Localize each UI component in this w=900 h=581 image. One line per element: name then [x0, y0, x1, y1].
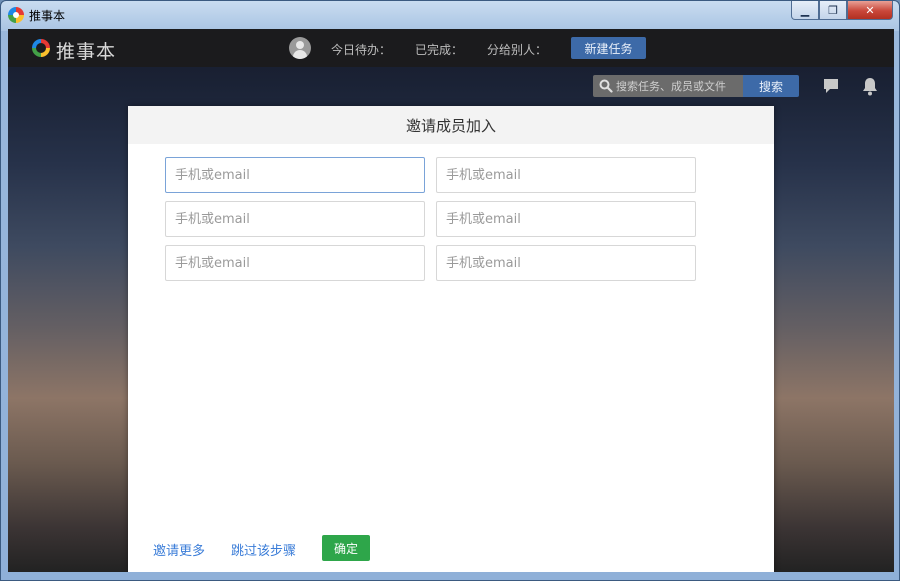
dialog-title: 邀请成员加入: [128, 106, 774, 144]
invite-field-4[interactable]: [436, 201, 696, 237]
completed-stat[interactable]: 已完成：: [415, 41, 463, 58]
invite-field-1[interactable]: [165, 157, 425, 193]
brand-name: 推事本: [56, 41, 117, 63]
search-button[interactable]: 搜索: [743, 75, 799, 97]
invite-more-link[interactable]: 邀请更多: [153, 540, 205, 559]
top-navigation-bar: 推事本 今日待办： 已完成： 分给别人： 新建任务: [8, 29, 894, 67]
brand-logo-icon: [32, 39, 50, 57]
window-controls: ▁ ❐ ✕: [791, 1, 893, 20]
restore-button[interactable]: ❐: [819, 1, 847, 20]
invite-field-3[interactable]: [165, 201, 425, 237]
close-button[interactable]: ✕: [847, 1, 893, 20]
invite-members-dialog: 邀请成员加入 邀请更多 跳过该步骤 确定: [128, 106, 774, 572]
invite-field-2[interactable]: [436, 157, 696, 193]
assigned-others-stat[interactable]: 分给别人：: [487, 41, 547, 58]
search-input[interactable]: [616, 75, 741, 97]
app-window: 推事本 ▁ ❐ ✕ 推事本 今日待办： 已完成： 分给别人： 新建任务 搜索任务…: [0, 0, 900, 581]
app-content: 推事本 今日待办： 已完成： 分给别人： 新建任务 搜索 邀请成员加入: [8, 29, 894, 572]
search-icon: [599, 79, 613, 93]
invite-field-5[interactable]: [165, 245, 425, 281]
minimize-button[interactable]: ▁: [791, 1, 819, 20]
skip-step-link[interactable]: 跳过该步骤: [231, 540, 296, 559]
avatar[interactable]: [289, 37, 311, 59]
invite-field-6[interactable]: [436, 245, 696, 281]
app-logo-icon: [8, 7, 24, 23]
chat-icon[interactable]: [822, 77, 840, 95]
window-title: 推事本: [29, 9, 66, 23]
bell-icon[interactable]: [861, 76, 879, 96]
search-box: [593, 75, 743, 97]
confirm-button[interactable]: 确定: [322, 535, 370, 561]
new-task-button[interactable]: 新建任务: [571, 37, 646, 59]
title-bar[interactable]: 推事本 ▁ ❐ ✕: [1, 1, 899, 29]
today-todo-stat[interactable]: 今日待办：: [331, 41, 391, 58]
